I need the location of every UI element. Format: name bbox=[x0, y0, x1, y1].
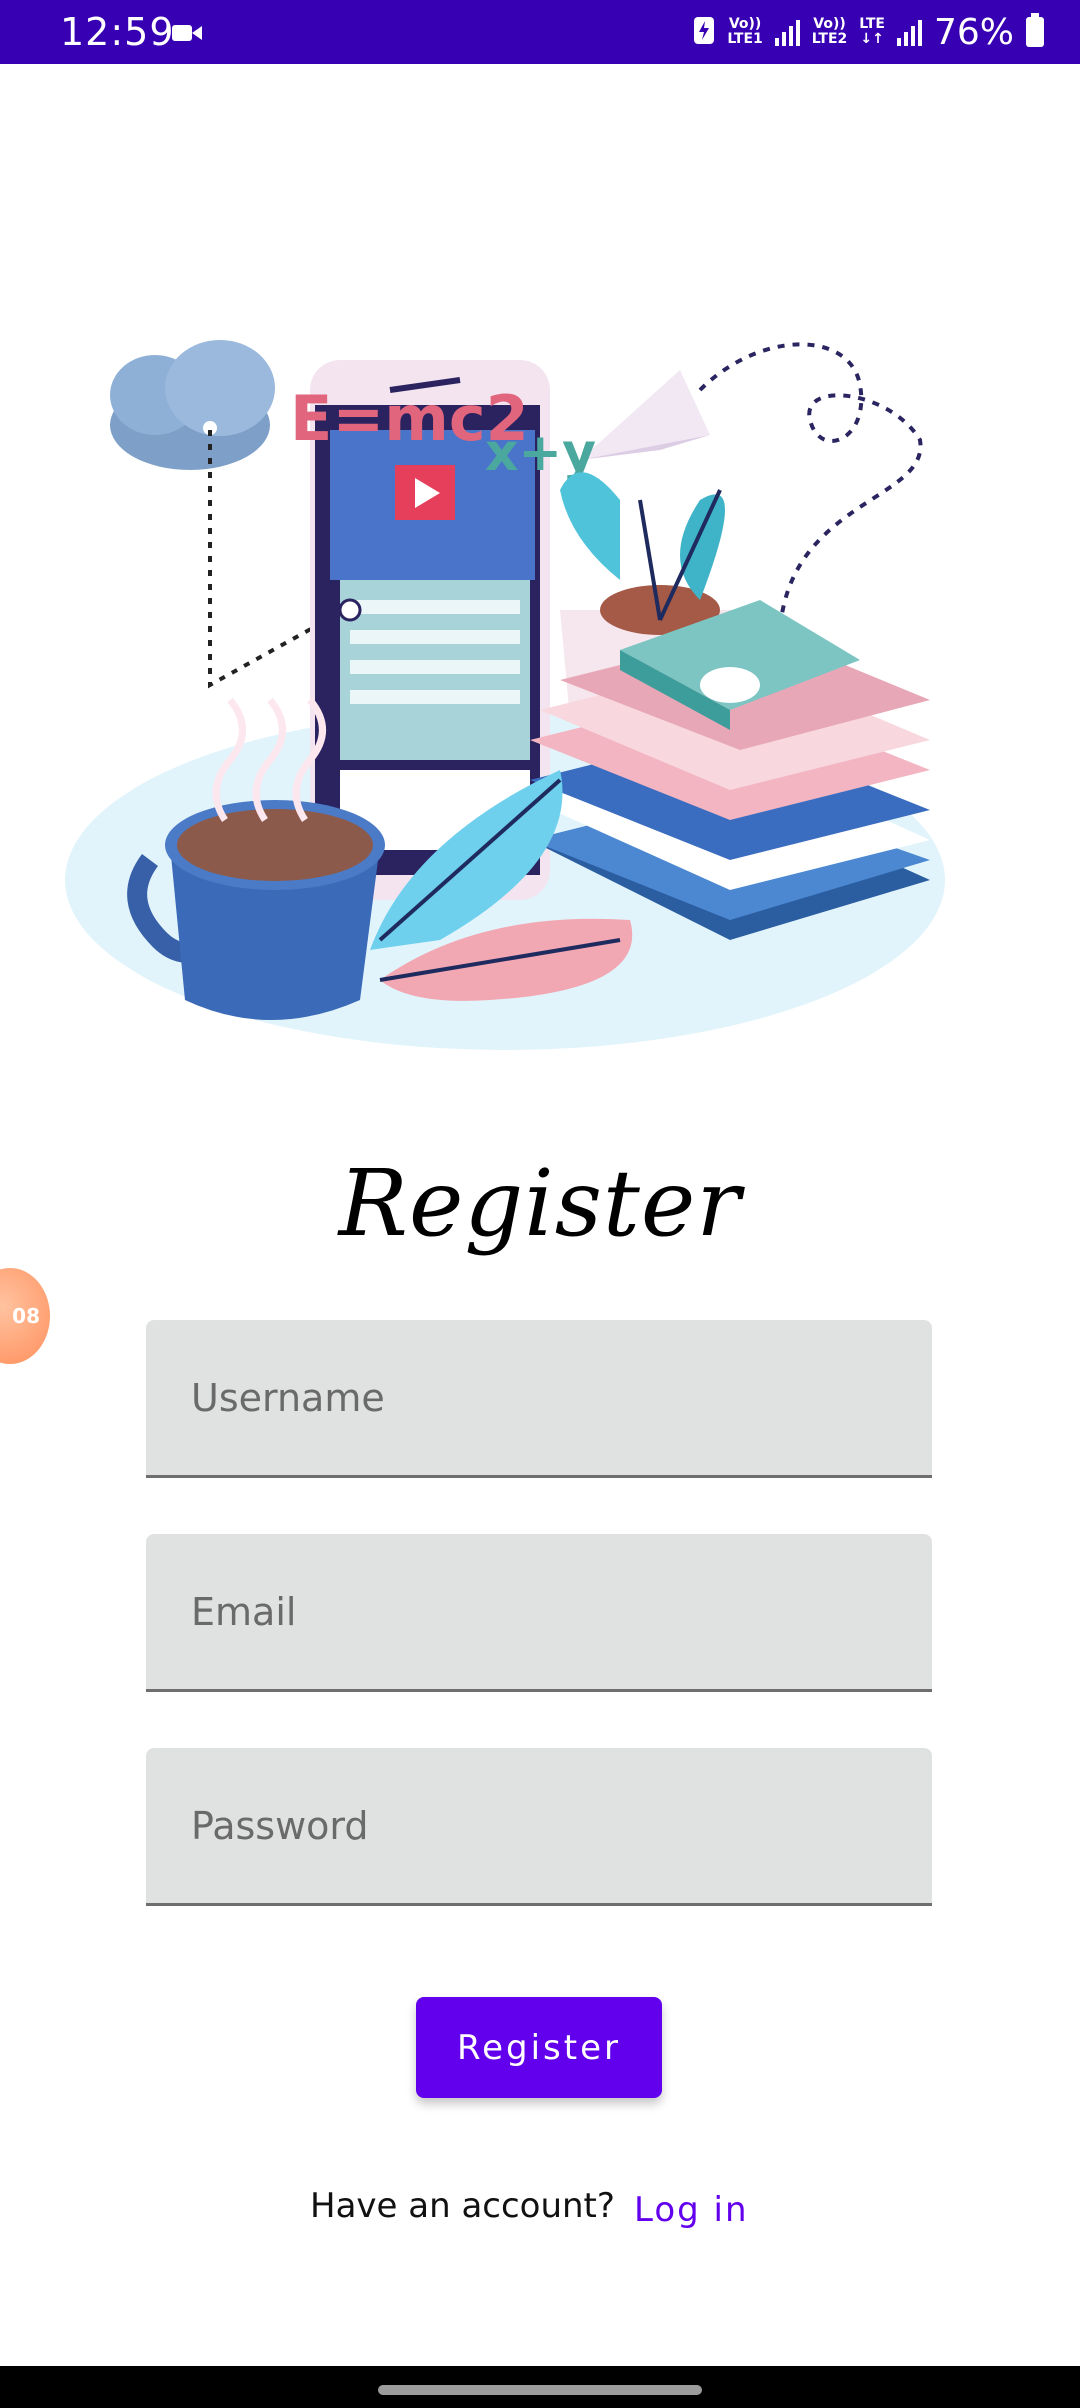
status-icons: Vo)) LTE1 Vo)) LTE2 LTE ↓↑ 76% bbox=[693, 10, 1044, 54]
have-account-text: Have an account? bbox=[310, 2186, 615, 2226]
floating-bubble[interactable]: 08 bbox=[0, 1268, 50, 1364]
battery-icon bbox=[1026, 13, 1044, 47]
study-illustration: E=mc2 x+y bbox=[65, 340, 945, 1050]
video-camera-icon bbox=[172, 22, 202, 48]
password-field[interactable] bbox=[146, 1748, 932, 1906]
cloud-icon bbox=[110, 340, 275, 470]
home-gesture-handle[interactable] bbox=[378, 2385, 702, 2395]
status-bar: 12:59 Vo)) LTE1 Vo)) LTE2 LTE ↓↑ 76% bbox=[0, 0, 1080, 64]
sim2-indicator: Vo)) LTE2 bbox=[811, 16, 848, 47]
email-field[interactable] bbox=[146, 1534, 932, 1692]
password-input[interactable] bbox=[146, 1748, 932, 1903]
login-link[interactable]: Log in bbox=[634, 2190, 749, 2230]
lte-indicator: LTE ↓↑ bbox=[859, 16, 885, 47]
email-input[interactable] bbox=[146, 1534, 932, 1689]
register-title: Register bbox=[338, 1150, 742, 1257]
username-input[interactable] bbox=[146, 1320, 932, 1475]
battery-percent: 76% bbox=[933, 11, 1014, 53]
signal-sim2-icon bbox=[896, 18, 922, 46]
sim1-indicator: Vo)) LTE1 bbox=[727, 16, 763, 47]
signal-sim1-icon bbox=[774, 18, 800, 46]
status-time: 12:59 bbox=[60, 10, 175, 54]
battery-saver-icon bbox=[693, 15, 715, 49]
register-button[interactable]: Register bbox=[416, 1997, 662, 2098]
username-field[interactable] bbox=[146, 1320, 932, 1478]
